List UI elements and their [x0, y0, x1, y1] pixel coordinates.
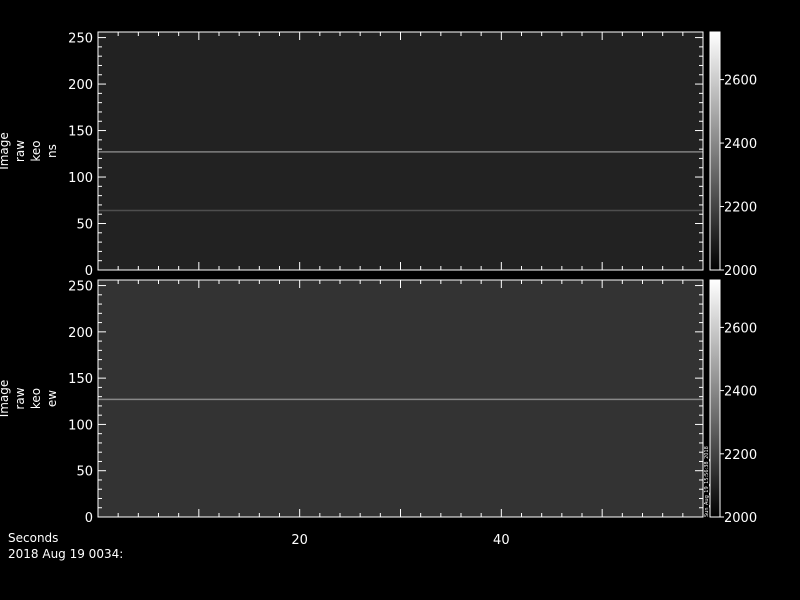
- colorbar-gradient: [709, 31, 721, 271]
- y-tick-label: 150: [68, 125, 93, 140]
- y-tick-label: 250: [68, 32, 93, 47]
- y-tick-label: 100: [68, 418, 93, 433]
- y-tick-label: 150: [68, 372, 93, 387]
- colorbar-tick-label: 2400: [724, 385, 757, 400]
- y-tick-label: 0: [85, 511, 93, 526]
- x-axis-title: Seconds: [8, 531, 59, 545]
- date-label: 2018 Aug 19 0034:: [8, 547, 124, 561]
- panel-background: [98, 32, 703, 270]
- y-label-word: raw: [13, 140, 27, 162]
- colorbar-tick-label: 2200: [724, 201, 757, 216]
- y-label-word: keo: [29, 388, 43, 409]
- y-label-word: ns: [45, 144, 59, 158]
- y-tick-label: 250: [68, 280, 93, 295]
- y-tick-label: 50: [76, 218, 93, 233]
- colorbar-tick-label: 2400: [724, 137, 757, 152]
- panel-background: [98, 280, 703, 517]
- y-tick-label: 200: [68, 326, 93, 341]
- colorbar-tick-label: 2600: [724, 74, 757, 89]
- y-tick-label: 100: [68, 171, 93, 186]
- colorbar-timestamp: Sun_Aug_19_15:56:38_2018: [704, 446, 710, 517]
- y-tick-label: 200: [68, 78, 93, 93]
- colorbar-tick-label: 2200: [724, 448, 757, 463]
- colorbar: 2000 2200 2400 2600: [709, 279, 757, 526]
- y-tick-label: 50: [76, 465, 93, 480]
- y-label-word: Image: [0, 380, 11, 418]
- y-axis-label: Image raw keo ew: [0, 380, 59, 418]
- y-tick-label: 0: [85, 264, 93, 279]
- colorbar-tick-label: 2600: [724, 321, 757, 336]
- x-tick-label: 40: [493, 533, 510, 548]
- colorbar-tick-label: 2000: [724, 264, 757, 279]
- y-label-word: raw: [13, 387, 27, 409]
- colorbar: 2000 2200 2400 2600: [709, 31, 757, 279]
- x-tick-label: 20: [291, 533, 308, 548]
- keogram-panel-ew: 050100150200250 20 40 Image raw keo ew 20002…: [0, 279, 757, 548]
- y-axis-label: Image raw keo ns: [0, 132, 59, 170]
- y-label-word: Image: [0, 132, 11, 170]
- keogram-figure: 050100150200250 Image raw keo ns 2000220024…: [0, 31, 757, 548]
- keogram-panel-ns: 0 50 100 150 200 250 Image raw keo ns 2000 2200 24…: [0, 31, 757, 279]
- colorbar-tick-label: 2000: [724, 511, 757, 526]
- colorbar-gradient: [709, 279, 721, 518]
- y-label-word: ew: [45, 390, 59, 407]
- y-label-word: keo: [29, 140, 43, 161]
